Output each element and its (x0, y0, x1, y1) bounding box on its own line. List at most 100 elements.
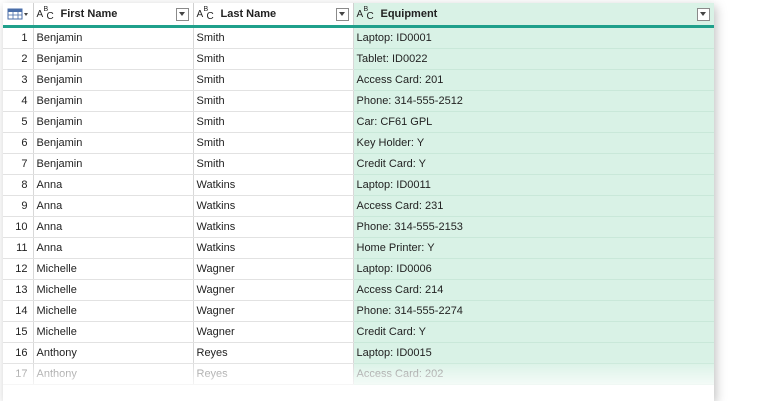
cell-equipment[interactable]: Car: CF61 GPL (353, 111, 714, 133)
table-row[interactable]: 16 Anthony Reyes Laptop: ID0015 (3, 342, 714, 364)
row-number[interactable]: 2 (3, 48, 34, 70)
cell-equipment[interactable]: Access Card: 202 (353, 363, 714, 385)
column-header-label: First Name (60, 8, 118, 20)
column-header-label: Last Name (220, 8, 277, 20)
cell-last-name[interactable]: Watkins (193, 216, 354, 238)
row-number[interactable]: 5 (3, 111, 34, 133)
table-row[interactable]: 9 Anna Watkins Access Card: 231 (3, 195, 714, 217)
table-row[interactable]: 7 Benjamin Smith Credit Card: Y (3, 153, 714, 175)
cell-first-name[interactable]: Anna (33, 195, 194, 217)
cell-first-name[interactable]: Anna (33, 174, 194, 196)
row-number[interactable]: 3 (3, 69, 34, 91)
cell-last-name[interactable]: Smith (193, 132, 354, 154)
cell-last-name[interactable]: Smith (193, 90, 354, 112)
row-number[interactable]: 7 (3, 153, 34, 175)
cell-last-name[interactable]: Wagner (193, 321, 354, 343)
cell-first-name[interactable]: Benjamin (33, 153, 194, 175)
row-number[interactable]: 10 (3, 216, 34, 238)
table-row[interactable]: 5 Benjamin Smith Car: CF61 GPL (3, 111, 714, 133)
cell-first-name[interactable]: Michelle (33, 258, 194, 280)
cell-equipment[interactable]: Laptop: ID0001 (353, 26, 714, 49)
cell-equipment[interactable]: Laptop: ID0015 (353, 342, 714, 364)
cell-first-name[interactable]: Michelle (33, 300, 194, 322)
cell-last-name[interactable]: Wagner (193, 300, 354, 322)
text-type-icon[interactable]: ABC (357, 6, 377, 22)
row-number[interactable]: 12 (3, 258, 34, 280)
cell-first-name[interactable]: Benjamin (33, 111, 194, 133)
cell-first-name[interactable]: Anthony (33, 363, 194, 385)
table-row[interactable]: 15 Michelle Wagner Credit Card: Y (3, 321, 714, 343)
cell-first-name[interactable]: Anna (33, 216, 194, 238)
column-header-last-name[interactable]: ABC Last Name (193, 3, 354, 28)
cell-last-name[interactable]: Reyes (193, 363, 354, 385)
cell-last-name[interactable]: Wagner (193, 258, 354, 280)
cell-first-name[interactable]: Anna (33, 237, 194, 259)
table-row[interactable]: 8 Anna Watkins Laptop: ID0011 (3, 174, 714, 196)
cell-last-name[interactable]: Watkins (193, 195, 354, 217)
cell-last-name[interactable]: Smith (193, 26, 354, 49)
table-row[interactable]: 6 Benjamin Smith Key Holder: Y (3, 132, 714, 154)
cell-equipment[interactable]: Access Card: 201 (353, 69, 714, 91)
cell-first-name[interactable]: Benjamin (33, 90, 194, 112)
cell-first-name[interactable]: Benjamin (33, 48, 194, 70)
cell-equipment[interactable]: Access Card: 231 (353, 195, 714, 217)
row-number[interactable]: 4 (3, 90, 34, 112)
cell-equipment[interactable]: Phone: 314-555-2153 (353, 216, 714, 238)
cell-last-name[interactable]: Watkins (193, 174, 354, 196)
table-row[interactable]: 17 Anthony Reyes Access Card: 202 (3, 363, 714, 385)
cell-equipment[interactable]: Laptop: ID0006 (353, 258, 714, 280)
column-header-first-name[interactable]: ABC First Name (33, 3, 194, 28)
row-number[interactable]: 6 (3, 132, 34, 154)
cell-last-name[interactable]: Watkins (193, 237, 354, 259)
table-row[interactable]: 12 Michelle Wagner Laptop: ID0006 (3, 258, 714, 280)
row-number[interactable]: 16 (3, 342, 34, 364)
cell-equipment[interactable]: Credit Card: Y (353, 321, 714, 343)
filter-dropdown-icon[interactable] (335, 7, 349, 21)
row-number[interactable]: 14 (3, 300, 34, 322)
table-row[interactable]: 4 Benjamin Smith Phone: 314-555-2512 (3, 90, 714, 112)
table-menu-header[interactable] (3, 3, 34, 28)
row-number[interactable]: 15 (3, 321, 34, 343)
table-menu-icon[interactable] (3, 3, 33, 25)
cell-equipment[interactable]: Phone: 314-555-2274 (353, 300, 714, 322)
row-number[interactable]: 17 (3, 363, 34, 385)
cell-first-name[interactable]: Anthony (33, 342, 194, 364)
data-table: ABC First Name ABC Last Name ABC Equipme… (3, 3, 714, 385)
cell-last-name[interactable]: Smith (193, 69, 354, 91)
table-row[interactable]: 3 Benjamin Smith Access Card: 201 (3, 69, 714, 91)
table-row[interactable]: 13 Michelle Wagner Access Card: 214 (3, 279, 714, 301)
cell-first-name[interactable]: Benjamin (33, 26, 194, 49)
cell-equipment[interactable]: Key Holder: Y (353, 132, 714, 154)
text-type-icon[interactable]: ABC (197, 6, 217, 22)
row-number[interactable]: 8 (3, 174, 34, 196)
cell-equipment[interactable]: Credit Card: Y (353, 153, 714, 175)
table-row[interactable]: 10 Anna Watkins Phone: 314-555-2153 (3, 216, 714, 238)
cell-last-name[interactable]: Smith (193, 111, 354, 133)
cell-equipment[interactable]: Access Card: 214 (353, 279, 714, 301)
cell-equipment[interactable]: Laptop: ID0011 (353, 174, 714, 196)
cell-last-name[interactable]: Wagner (193, 279, 354, 301)
filter-dropdown-icon[interactable] (175, 7, 189, 21)
row-number[interactable]: 11 (3, 237, 34, 259)
cell-first-name[interactable]: Michelle (33, 279, 194, 301)
row-number[interactable]: 1 (3, 26, 34, 49)
cell-last-name[interactable]: Smith (193, 153, 354, 175)
row-number[interactable]: 9 (3, 195, 34, 217)
cell-last-name[interactable]: Reyes (193, 342, 354, 364)
cell-first-name[interactable]: Benjamin (33, 132, 194, 154)
table-row[interactable]: 2 Benjamin Smith Tablet: ID0022 (3, 48, 714, 70)
cell-first-name[interactable]: Michelle (33, 321, 194, 343)
table-row[interactable]: 1 Benjamin Smith Laptop: ID0001 (3, 26, 714, 49)
cell-equipment[interactable]: Tablet: ID0022 (353, 48, 714, 70)
table-row[interactable]: 11 Anna Watkins Home Printer: Y (3, 237, 714, 259)
table-row[interactable]: 14 Michelle Wagner Phone: 314-555-2274 (3, 300, 714, 322)
cell-first-name[interactable]: Benjamin (33, 69, 194, 91)
cell-equipment[interactable]: Home Printer: Y (353, 237, 714, 259)
filter-dropdown-icon[interactable] (696, 7, 710, 21)
table-body: 1 Benjamin Smith Laptop: ID0001 2 Benjamin Smi… (3, 26, 714, 385)
cell-last-name[interactable]: Smith (193, 48, 354, 70)
column-header-equipment[interactable]: ABC Equipment (353, 3, 714, 28)
cell-equipment[interactable]: Phone: 314-555-2512 (353, 90, 714, 112)
text-type-icon[interactable]: ABC (37, 6, 57, 22)
row-number[interactable]: 13 (3, 279, 34, 301)
